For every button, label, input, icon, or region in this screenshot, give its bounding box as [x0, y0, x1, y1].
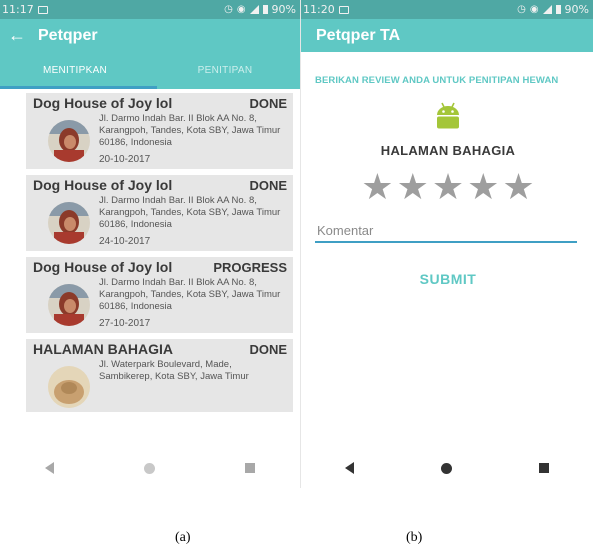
nav-home-icon[interactable]: [440, 462, 452, 474]
card-title: Dog House of Joy lol: [33, 259, 173, 275]
status-badge: DONE: [249, 178, 287, 193]
card-date: 27-10-2017: [99, 318, 151, 329]
image-icon: [37, 5, 48, 14]
signal-icon: [542, 5, 552, 14]
caption-a: (a): [175, 530, 191, 545]
app-title: Petqper TA: [316, 26, 401, 44]
nav-back-icon[interactable]: [45, 462, 54, 474]
card-title: Dog House of Joy lol: [33, 95, 173, 111]
card-address: Jl. Darmo Indah Bar. II Blok AA No. 8, K…: [99, 277, 281, 312]
avatar: [48, 284, 90, 326]
card-date: 20-10-2017: [99, 154, 151, 165]
status-bar: 11:20 ◷ ◉ 90%: [301, 0, 593, 19]
nav-recents-icon[interactable]: [539, 463, 550, 473]
star-icon[interactable]: ★: [467, 169, 499, 205]
card-address: Jl. Darmo Indah Bar. II Blok AA No. 8, K…: [99, 195, 281, 230]
alarm-icon: ◷: [517, 4, 526, 15]
card-title: Dog House of Joy lol: [33, 177, 173, 193]
comment-input[interactable]: [315, 219, 577, 243]
nav-home-icon[interactable]: [144, 462, 155, 474]
tab-indicator: [0, 86, 157, 89]
card-title: HALAMAN BAHAGIA: [33, 341, 173, 357]
battery-icon: [262, 5, 268, 14]
list-item[interactable]: HALAMAN BAHAGIA DONE Jl. Waterpark Boule…: [26, 339, 293, 412]
nav-back-icon[interactable]: [344, 462, 354, 474]
rating-stars[interactable]: ★ ★ ★ ★ ★: [315, 169, 581, 205]
avatar: [48, 120, 90, 162]
status-badge: DONE: [249, 96, 287, 111]
battery-level: 90%: [271, 3, 296, 16]
status-bar: 11:17 ◷ ◉ 90%: [0, 0, 300, 19]
avatar: [48, 366, 90, 408]
shelter-name: HALAMAN BAHAGIA: [380, 143, 516, 158]
star-icon[interactable]: ★: [432, 169, 464, 205]
avatar: [48, 202, 90, 244]
review-heading: BERIKAN REVIEW ANDA UNTUK PENITIPAN HEWA…: [315, 75, 559, 86]
android-icon: [433, 100, 463, 135]
navigation-bar: [301, 448, 593, 488]
wifi-icon: ◉: [529, 4, 539, 15]
phone-screen-a: 11:17 ◷ ◉ 90% ← Petqper MENITIPKAN PENIT…: [0, 0, 300, 488]
status-badge: PROGRESS: [213, 260, 287, 275]
signal-icon: [249, 5, 259, 14]
submit-button[interactable]: SUBMIT: [420, 271, 477, 287]
tab-bar: MENITIPKAN PENITIPAN: [0, 52, 300, 89]
phone-screen-b: 11:20 ◷ ◉ 90% Petqper TA BERIKAN REVIEW …: [300, 0, 593, 488]
star-icon[interactable]: ★: [502, 169, 534, 205]
list-item[interactable]: Dog House of Joy lol DONE Jl. Darmo Inda…: [26, 175, 293, 251]
tab-menitipkan[interactable]: MENITIPKAN: [0, 52, 150, 89]
card-address: Jl. Waterpark Boulevard, Made, Sambikere…: [99, 359, 249, 382]
nav-recents-icon[interactable]: [245, 463, 255, 473]
navigation-bar: [0, 448, 300, 488]
status-badge: DONE: [249, 342, 287, 357]
battery-icon: [555, 5, 561, 14]
review-form: BERIKAN REVIEW ANDA UNTUK PENITIPAN HEWA…: [301, 75, 593, 287]
card-date: 24-10-2017: [99, 236, 151, 247]
caption-b: (b): [406, 530, 423, 545]
app-bar: ← Petqper: [0, 19, 300, 52]
star-icon[interactable]: ★: [361, 169, 393, 205]
image-icon: [338, 5, 349, 14]
list-item[interactable]: Dog House of Joy lol PROGRESS Jl. Darmo …: [26, 257, 293, 333]
alarm-icon: ◷: [224, 4, 233, 15]
tab-penitipan[interactable]: PENITIPAN: [150, 52, 300, 89]
status-time: 11:20: [303, 3, 335, 16]
star-icon[interactable]: ★: [397, 169, 429, 205]
list-item[interactable]: Dog House of Joy lol DONE Jl. Darmo Inda…: [26, 93, 293, 169]
arrow-left-icon[interactable]: ←: [0, 25, 38, 46]
card-address: Jl. Darmo Indah Bar. II Blok AA No. 8, K…: [99, 113, 281, 148]
booking-list: Dog House of Joy lol DONE Jl. Darmo Inda…: [0, 89, 300, 412]
app-bar: Petqper TA: [301, 19, 593, 52]
app-title: Petqper: [38, 26, 98, 44]
wifi-icon: ◉: [236, 4, 246, 15]
battery-level: 90%: [564, 3, 589, 16]
status-time: 11:17: [2, 3, 34, 16]
